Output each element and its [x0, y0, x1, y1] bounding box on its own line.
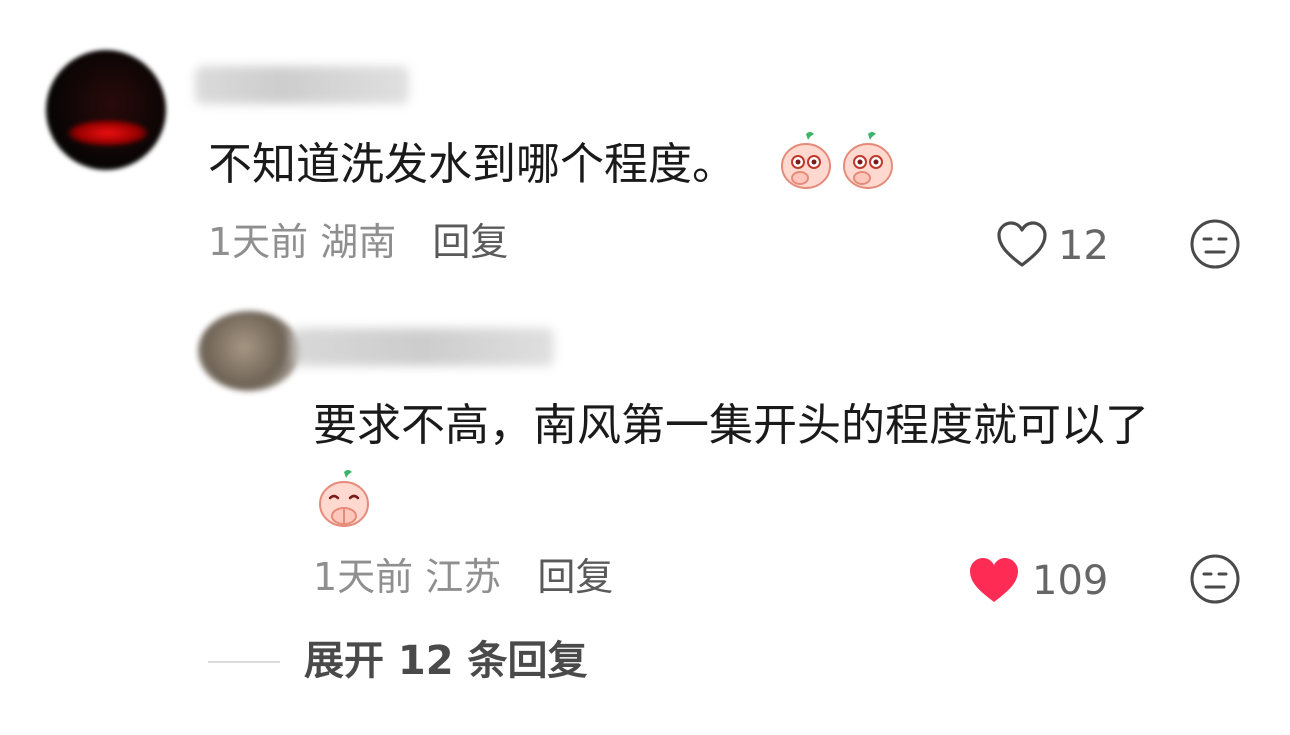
expand-replies-button[interactable]: 展开 12 条回复 — [304, 636, 588, 686]
comment-location: 湖南 — [320, 220, 397, 264]
reply-location: 江苏 — [425, 555, 502, 599]
peach-shy-emoji-icon — [843, 132, 893, 189]
reply-button[interactable]: 回复 — [537, 555, 613, 599]
like-count: 109 — [1032, 558, 1109, 604]
expand-divider — [208, 661, 280, 663]
replier-name-blurred[interactable] — [292, 328, 554, 366]
liked-heart-icon[interactable] — [968, 557, 1020, 605]
replier-avatar[interactable] — [198, 311, 300, 391]
like-heart-icon[interactable] — [996, 221, 1048, 269]
comment-time: 1天前 — [208, 220, 309, 264]
peach-pray-emoji-icon — [319, 470, 369, 527]
dislike-face-icon[interactable] — [1189, 553, 1241, 605]
like-count: 12 — [1058, 223, 1109, 269]
commenter-avatar[interactable] — [46, 50, 166, 170]
reply-button[interactable]: 回复 — [432, 220, 508, 264]
reply-text: 要求不高，南风第一集开头的程度就可以了 — [313, 400, 1149, 451]
reply-meta: 1天前 江苏 回复 — [313, 553, 613, 601]
commenter-name-blurred[interactable] — [195, 66, 409, 104]
comment-text: 不知道洗发水到哪个程度。 — [208, 139, 736, 190]
comment-meta: 1天前 湖南 回复 — [208, 218, 508, 266]
peach-shy-emoji-icon — [781, 132, 831, 189]
dislike-face-icon[interactable] — [1189, 218, 1241, 270]
reply-time: 1天前 — [313, 555, 414, 599]
